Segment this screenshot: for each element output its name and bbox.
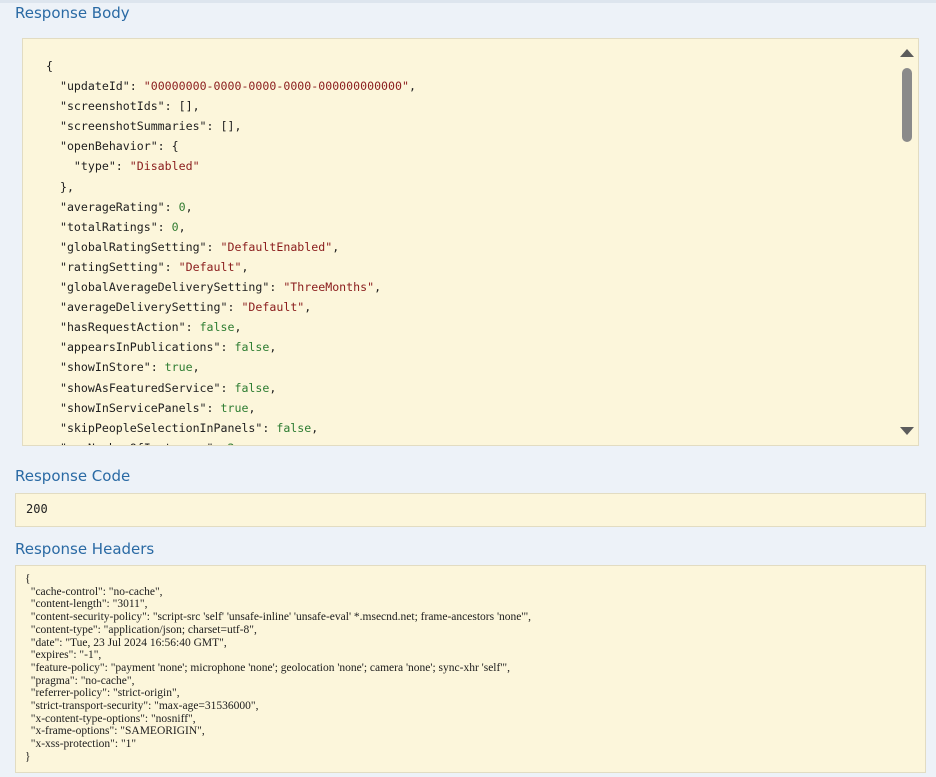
scroll-down-arrow-icon[interactable] <box>900 427 914 435</box>
code-token: "ThreeMonths" <box>283 280 375 295</box>
code-token: , <box>241 259 249 274</box>
code-token: false <box>276 420 312 435</box>
code-token: 0 <box>171 219 179 234</box>
code-token: "updateId": <box>46 79 144 94</box>
code-token: false <box>234 380 270 395</box>
code-token: true <box>164 360 193 375</box>
code-token: , <box>311 420 319 435</box>
code-token: false <box>199 320 235 335</box>
response-code-value: 200 <box>26 502 48 516</box>
code-token: "ratingSetting": <box>46 259 179 274</box>
code-token: "totalRatings": <box>46 219 172 234</box>
code-token: "hasRequestAction": <box>46 320 200 335</box>
response-code-title: Response Code <box>15 467 131 485</box>
response-body-scrollbar[interactable] <box>896 39 918 445</box>
response-body-code: { "updateId": "00000000-0000-0000-0000-0… <box>46 56 416 445</box>
code-token: "maxNumberOfInstances": <box>46 441 227 445</box>
code-token: 2 <box>227 441 234 445</box>
code-token: "showAsFeaturedService": <box>46 380 235 395</box>
code-token: "openBehavior": { <box>46 139 179 154</box>
code-token: , <box>269 340 277 355</box>
response-headers-title: Response Headers <box>15 540 155 558</box>
code-token: { <box>46 59 53 73</box>
response-code-panel: 200 <box>15 493 926 527</box>
code-token: 0 <box>178 199 186 214</box>
code-token: "skipPeopleSelectionInPanels": <box>46 420 277 435</box>
code-token: "screenshotIds": [], <box>46 99 200 114</box>
code-token: }, <box>46 179 74 194</box>
code-token: , <box>332 239 340 254</box>
code-token: , <box>374 280 382 295</box>
response-body-viewport[interactable]: { "updateId": "00000000-0000-0000-0000-0… <box>23 39 903 445</box>
code-token: "Disabled" <box>129 159 200 174</box>
code-token: "00000000-0000-0000-0000-000000000000" <box>143 79 409 94</box>
response-headers-panel[interactable]: { "cache-control": "no-cache", "content-… <box>15 565 926 773</box>
code-token: "appearsInPublications": <box>46 340 235 355</box>
code-token: , <box>234 320 242 335</box>
code-token: "screenshotSummaries": [], <box>46 119 242 134</box>
top-divider <box>0 0 936 3</box>
response-body-panel[interactable]: { "updateId": "00000000-0000-0000-0000-0… <box>22 38 919 446</box>
code-token: , <box>269 380 277 395</box>
code-token: , <box>178 219 186 234</box>
code-token: "DefaultEnabled" <box>220 239 333 254</box>
code-token: false <box>234 340 270 355</box>
code-token: , <box>248 400 256 415</box>
code-token: , <box>192 360 200 375</box>
response-headers-code: { "cache-control": "no-cache", "content-… <box>25 573 532 763</box>
response-body-title: Response Body <box>15 4 130 22</box>
code-token: "showInStore": <box>46 360 165 375</box>
code-token: "Default" <box>178 259 242 274</box>
code-token: "globalRatingSetting": <box>46 239 221 254</box>
code-token: , <box>408 79 416 94</box>
code-token: true <box>220 400 249 415</box>
scroll-up-arrow-icon[interactable] <box>900 49 914 57</box>
scrollbar-thumb[interactable] <box>902 68 912 142</box>
code-token: "globalAverageDeliverySetting": <box>46 280 284 295</box>
code-token: "showInServicePanels": <box>46 400 221 415</box>
code-token: , <box>304 300 312 315</box>
code-token: "type": <box>46 159 130 174</box>
code-token: "averageDeliverySetting": <box>46 300 242 315</box>
code-token: "Default" <box>241 300 305 315</box>
code-token: "averageRating": <box>46 199 179 214</box>
code-token: , <box>185 199 193 214</box>
